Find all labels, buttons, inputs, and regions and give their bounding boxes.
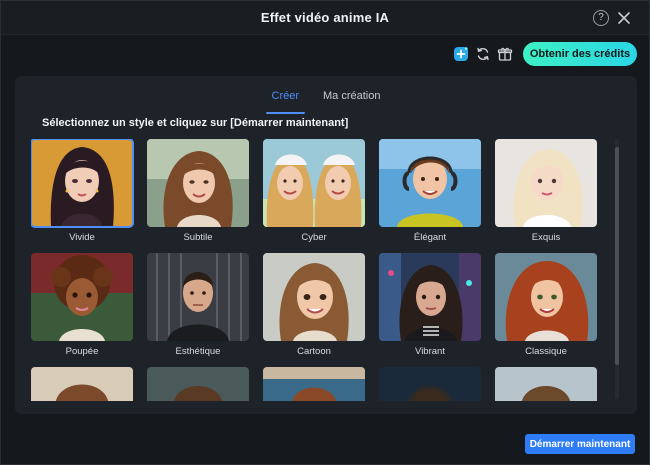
grid-scrollbar[interactable] <box>615 139 619 399</box>
style-thumbnail <box>147 139 249 227</box>
style-card-classique[interactable]: Classique <box>495 253 597 363</box>
style-card[interactable] <box>495 367 597 401</box>
style-label: Subtile <box>183 232 213 243</box>
style-thumbnail <box>379 139 481 227</box>
style-card-exquis[interactable]: Exquis <box>495 139 597 249</box>
style-thumbnail <box>263 367 365 401</box>
style-label: Vibrant <box>415 346 445 357</box>
gift-icon[interactable] <box>497 46 513 62</box>
style-thumbnail <box>31 367 133 401</box>
style-card-vibrant[interactable]: Vibrant <box>379 253 481 363</box>
instruction-text: Sélectionnez un style et cliquez sur [Dé… <box>42 117 349 129</box>
style-card-poupee[interactable]: Poupée <box>31 253 133 363</box>
help-icon[interactable]: ? <box>593 10 609 26</box>
refresh-icon[interactable] <box>475 46 491 62</box>
style-label: Vivide <box>69 232 95 243</box>
style-label: Élégant <box>413 232 447 243</box>
get-credits-button[interactable]: Obtenir des crédits <box>523 42 637 66</box>
start-now-button[interactable]: Démarrer maintenant <box>525 434 635 454</box>
style-grid: Vivide Subtile Cyber Élégant Exquis Poup… <box>31 139 613 401</box>
style-card[interactable] <box>379 367 481 401</box>
close-icon[interactable] <box>615 9 633 27</box>
style-thumbnail <box>31 139 134 228</box>
style-thumbnail <box>263 253 365 341</box>
style-label: Cyber <box>301 232 327 243</box>
style-label: Poupée <box>65 346 99 357</box>
style-card-elegant[interactable]: Élégant <box>379 139 481 249</box>
tab-create[interactable]: Créer <box>265 88 305 114</box>
style-card-subtile[interactable]: Subtile <box>147 139 249 249</box>
tab-bar: Créer Ma création <box>15 88 637 114</box>
style-thumbnail <box>147 367 249 401</box>
style-thumbnail <box>379 367 481 401</box>
style-thumbnail <box>263 139 365 227</box>
title-bar: Effet vidéo anime IA ? <box>1 1 649 35</box>
style-label: Classique <box>525 346 567 357</box>
style-card-cartoon[interactable]: Cartoon <box>263 253 365 363</box>
tab-my-creation[interactable]: Ma création <box>323 88 380 110</box>
style-label: Exquis <box>531 232 561 243</box>
toolbar: Obtenir des crédits <box>1 35 649 73</box>
style-card-vivide[interactable]: Vivide <box>31 139 134 249</box>
style-card[interactable] <box>263 367 365 401</box>
style-label: Esthétique <box>175 346 221 357</box>
content-panel: Créer Ma création Sélectionnez un style … <box>15 76 637 414</box>
style-card[interactable] <box>147 367 249 401</box>
style-label: Cartoon <box>297 346 331 357</box>
style-card[interactable] <box>31 367 133 401</box>
style-thumbnail <box>495 139 597 227</box>
style-thumbnail <box>31 253 133 341</box>
scrollbar-thumb[interactable] <box>615 147 619 365</box>
style-thumbnail <box>379 253 481 341</box>
window-title: Effet vidéo anime IA <box>260 10 390 25</box>
style-thumbnail <box>495 253 597 341</box>
style-thumbnail <box>147 253 249 341</box>
style-thumbnail <box>495 367 597 401</box>
add-ai-icon[interactable] <box>453 46 469 62</box>
footer-bar: Démarrer maintenant <box>1 422 649 464</box>
style-card-esthetique[interactable]: Esthétique <box>147 253 249 363</box>
app-window: Effet vidéo anime IA ? Obtenir des crédi… <box>0 0 650 465</box>
style-card-cyber[interactable]: Cyber <box>263 139 365 249</box>
